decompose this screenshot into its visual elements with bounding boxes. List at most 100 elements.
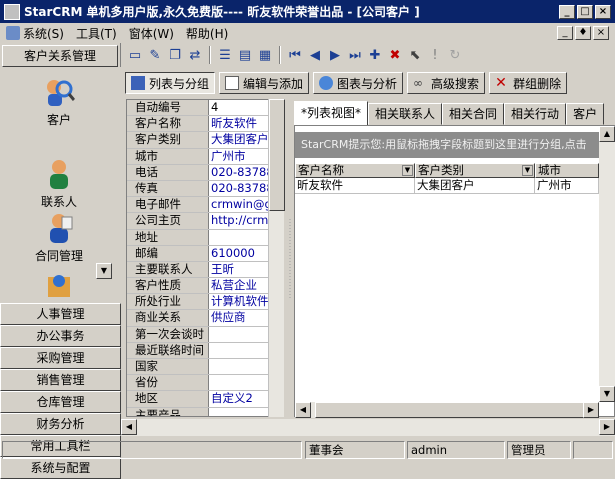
form-row[interactable]: 最近联络时间 (127, 342, 283, 359)
group-purchase[interactable]: 采购管理 (0, 347, 121, 369)
filter-dropdown-icon[interactable]: ▼ (522, 165, 533, 176)
close-button[interactable]: × (595, 4, 611, 19)
grid-icon[interactable]: ▦ (255, 45, 275, 65)
group-office[interactable]: 办公事务 (0, 325, 121, 347)
scroll-down-icon[interactable]: ▼ (599, 386, 615, 402)
form-field-label: 客户类别 (127, 132, 209, 148)
group-hr[interactable]: 人事管理 (0, 303, 121, 325)
nav-item-contacts[interactable]: 联系人 (0, 159, 118, 210)
form-row[interactable]: 国家 (127, 359, 283, 376)
pointer-icon[interactable]: ⬉ (405, 45, 425, 65)
status-user: admin (407, 441, 505, 459)
next-record-icon[interactable]: ▶ (325, 45, 345, 65)
list-group-button[interactable]: 列表与分组 (125, 72, 216, 94)
form-field-label: 自动编号 (127, 100, 209, 116)
grid-hscroll-thumb[interactable] (315, 402, 585, 418)
form-row[interactable]: 商业关系 供应商 (127, 310, 283, 327)
form-row[interactable]: 所处行业 计算机软件 (127, 294, 283, 311)
form-row[interactable]: 客户类别 大集团客户 (127, 132, 283, 149)
tab-related-actions[interactable]: 相关行动 (504, 103, 567, 125)
cell-customer-name[interactable]: 昕友软件 (295, 178, 415, 194)
form-row[interactable]: 电话 020-837883 (127, 164, 283, 181)
scroll-left-icon[interactable]: ◀ (121, 419, 137, 435)
mdi-close-button[interactable]: × (593, 26, 609, 40)
menu-system[interactable]: 系统(S) (0, 23, 70, 43)
nav-item-customer[interactable]: 客户 (0, 77, 118, 128)
group-hint-bar[interactable]: StarCRM提示您:用鼠标拖拽字段标题到这里进行分组,点击 (295, 132, 615, 158)
form-row[interactable]: 主要产品 (127, 407, 283, 416)
table-row[interactable]: 昕友软件 大集团客户 广州市 (295, 178, 615, 194)
move-icon[interactable]: ⇄ (185, 45, 205, 65)
form-row[interactable]: 地址 (127, 229, 283, 246)
scroll-up-icon[interactable]: ▲ (599, 126, 615, 142)
mdi-minimize-button[interactable]: _ (557, 26, 573, 40)
edit-add-button[interactable]: 编辑与添加 (219, 72, 310, 94)
refresh-icon[interactable]: ↻ (445, 45, 465, 65)
system-icon (6, 26, 20, 40)
menu-help[interactable]: 帮助(H) (180, 23, 234, 43)
form-horizontal-scrollbar[interactable]: ◀ ▶ (121, 419, 615, 436)
prev-record-icon[interactable]: ◀ (305, 45, 325, 65)
tab-customer[interactable]: 客户 (566, 103, 605, 125)
report-icon[interactable]: ☰ (215, 45, 235, 65)
form-field-label: 国家 (127, 359, 209, 375)
form-row[interactable]: 客户名称 昕友软件 (127, 116, 283, 133)
grid-vertical-scrollbar[interactable]: ▲ ▼ (599, 126, 615, 402)
group-warehouse[interactable]: 仓库管理 (0, 391, 121, 413)
grid-horizontal-scrollbar[interactable]: ◀ ▶ (295, 402, 599, 418)
form-row[interactable]: 城市 广州市 (127, 148, 283, 165)
nav-scroll-down-button[interactable]: ▼ (96, 263, 112, 279)
cell-customer-type[interactable]: 大集团客户 (415, 178, 535, 194)
form-row[interactable]: 传真 020-837883 (127, 180, 283, 198)
exclamation-icon[interactable]: ! (425, 45, 445, 65)
copy-icon[interactable]: ❐ (165, 45, 185, 65)
menu-tools[interactable]: 工具(T) (70, 23, 123, 43)
form-row[interactable]: 主要联系人 王昕 (127, 261, 283, 279)
form-row[interactable]: 省份 (127, 375, 283, 392)
form-row[interactable]: 公司主页 http://crm (127, 213, 283, 230)
form-field-label: 电话 (127, 164, 209, 180)
group-finance[interactable]: 财务分析 (0, 413, 121, 435)
form-scroll-thumb[interactable] (269, 99, 285, 211)
scroll-right-icon[interactable]: ▶ (583, 402, 599, 418)
sidebar-header[interactable]: 客户关系管理 (2, 45, 118, 67)
column-header-customer-type[interactable]: 客户类别 ▼ (415, 163, 535, 178)
tab-related-contracts[interactable]: 相关合同 (442, 103, 505, 125)
panel-splitter[interactable] (286, 99, 294, 417)
menu-window[interactable]: 窗体(W) (123, 23, 180, 43)
nav-item-contract[interactable]: 合同管理 (0, 213, 118, 264)
delete-record-icon[interactable]: ✖ (385, 45, 405, 65)
tab-related-contacts[interactable]: 相关联系人 (368, 103, 443, 125)
open-icon[interactable]: ▭ (125, 45, 145, 65)
filter-dropdown-icon[interactable]: ▼ (402, 165, 413, 176)
batch-delete-button[interactable]: ✕ 群组删除 (489, 72, 568, 94)
form-field-label: 电子邮件 (127, 197, 209, 213)
chart-analysis-button[interactable]: 图表与分析 (313, 72, 404, 94)
form-field-label: 主要联系人 (127, 261, 209, 278)
form-row[interactable]: 第一次会谈时 (127, 326, 283, 343)
add-record-icon[interactable]: ✚ (365, 45, 385, 65)
group-sales[interactable]: 销售管理 (0, 369, 121, 391)
tab-list-view[interactable]: *列表视图* (294, 101, 369, 125)
form-row[interactable]: 客户性质 私营企业 (127, 278, 283, 295)
column-header-customer-name[interactable]: 客户名称 ▼ (295, 163, 415, 178)
mdi-restore-button[interactable]: ♦ (575, 26, 591, 40)
form-row[interactable]: 自动编号 4 (127, 100, 283, 117)
form-row[interactable]: 电子邮件 crmwin@gma (127, 197, 283, 214)
scroll-right-icon[interactable]: ▶ (599, 419, 615, 435)
form-row[interactable]: 地区 自定义2 (127, 391, 283, 408)
first-record-icon[interactable]: ⏮ (285, 45, 305, 65)
maximize-button[interactable]: □ (577, 4, 593, 19)
splitter-grip (289, 219, 291, 299)
cell-city[interactable]: 广州市 (535, 178, 599, 194)
column-header-city[interactable]: 城市 (535, 163, 599, 178)
advanced-search-button[interactable]: ∞ 高级搜索 (407, 72, 486, 94)
list-icon[interactable]: ▤ (235, 45, 255, 65)
last-record-icon[interactable]: ⏭ (345, 45, 365, 65)
form-scrollbar[interactable] (268, 99, 285, 417)
scroll-left-icon[interactable]: ◀ (295, 402, 311, 418)
edit-icon[interactable]: ✎ (145, 45, 165, 65)
form-row[interactable]: 邮编 610000 (127, 245, 283, 262)
minimize-button[interactable]: _ (559, 4, 575, 19)
status-cell-extra (573, 441, 613, 459)
